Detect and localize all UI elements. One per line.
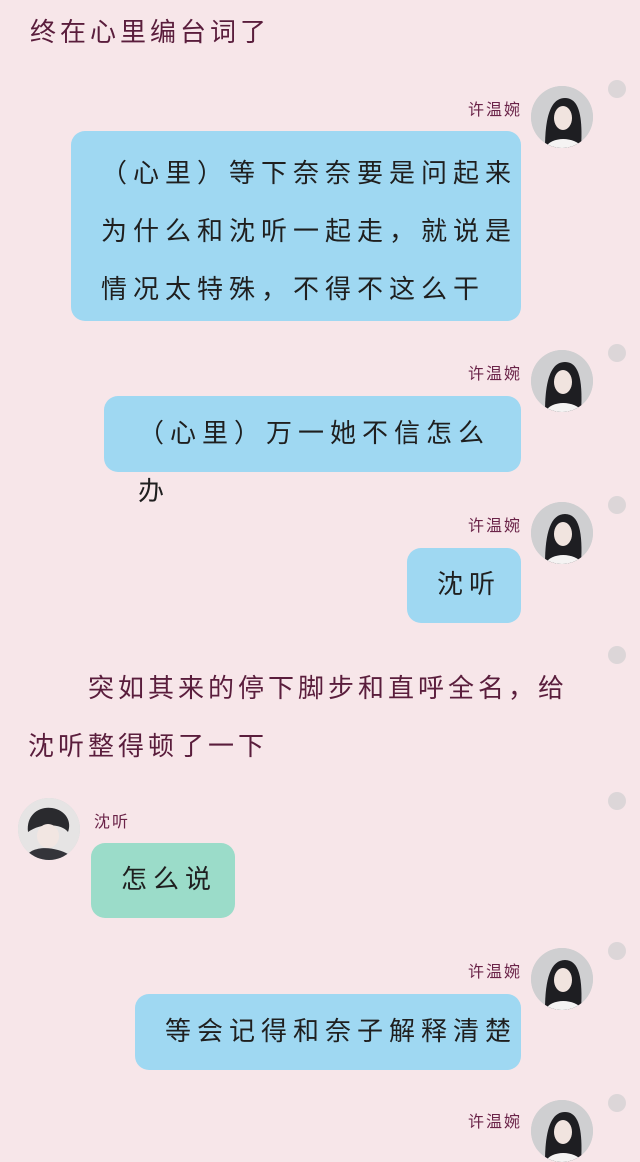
message-bubble[interactable]: 怎么说 — [91, 843, 235, 918]
boy-avatar-icon — [18, 798, 80, 860]
select-circle[interactable] — [608, 1094, 626, 1112]
avatar[interactable] — [531, 86, 593, 148]
message-bubble[interactable]: 等会记得和奈子解释清楚 — [135, 994, 521, 1070]
girl-avatar-icon — [531, 502, 593, 564]
message-line: 怎么说 — [121, 865, 218, 895]
select-circle[interactable] — [608, 496, 626, 514]
sender-name: 许温婉 — [467, 364, 522, 383]
avatar[interactable] — [531, 948, 593, 1010]
sender-name: 许温婉 — [467, 962, 522, 981]
message-line: 为什么和沈听一起走，就说是 — [101, 217, 518, 247]
avatar[interactable] — [531, 502, 593, 564]
narration-line: 终在心里编台词了 — [30, 18, 271, 48]
narration-text: 终在心里编台词了 — [30, 4, 270, 62]
avatar[interactable] — [531, 1100, 593, 1162]
avatar[interactable] — [531, 350, 593, 412]
girl-avatar-icon — [531, 1100, 593, 1162]
avatar[interactable] — [18, 798, 80, 860]
message-line: （心里）等下奈奈要是问起来 — [101, 159, 518, 189]
select-circle[interactable] — [608, 646, 626, 664]
narration-line: 沈听整得顿了一下 — [28, 732, 269, 762]
narration-text: 突如其来的停下脚步和直呼全名，给 沈听整得顿了一下 — [28, 660, 588, 776]
select-circle[interactable] — [608, 80, 626, 98]
select-circle[interactable] — [608, 942, 626, 960]
message-line: 等会记得和奈子解释清楚 — [165, 1017, 518, 1047]
sender-name: 许温婉 — [467, 100, 522, 119]
girl-avatar-icon — [531, 86, 593, 148]
narration-line: 突如其来的停下脚步和直呼全名，给 — [88, 674, 569, 704]
sender-name: 沈听 — [94, 812, 131, 831]
message-bubble[interactable]: （心里）万一她不信怎么办 — [104, 396, 521, 507]
girl-avatar-icon — [531, 948, 593, 1010]
message-line: （心里）万一她不信怎么办 — [138, 419, 491, 507]
message-line: 沈听 — [437, 570, 502, 600]
girl-avatar-icon — [531, 350, 593, 412]
message-bubble[interactable]: 沈听 — [407, 548, 521, 623]
sender-name: 许温婉 — [467, 516, 522, 535]
select-circle[interactable] — [608, 344, 626, 362]
sender-name: 许温婉 — [467, 1112, 522, 1131]
message-line: 情况太特殊，不得不这么干 — [101, 275, 486, 305]
select-circle[interactable] — [608, 792, 626, 810]
message-bubble[interactable]: （心里）等下奈奈要是问起来 为什么和沈听一起走，就说是 情况太特殊，不得不这么干 — [71, 131, 521, 321]
